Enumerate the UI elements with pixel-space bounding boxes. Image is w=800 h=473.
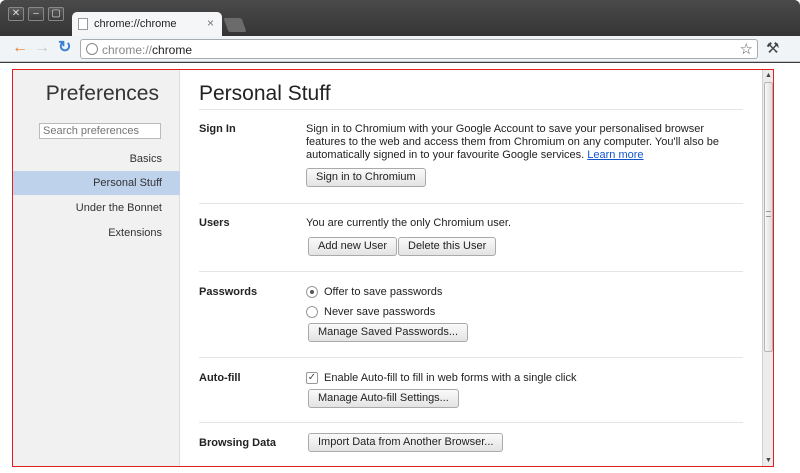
sidebar-item-under-the-bonnet[interactable]: Under the Bonnet [13,196,180,220]
sign-in-description: Sign in to Chromium with your Google Acc… [306,123,746,162]
sign-in-label: Sign In [199,123,236,135]
sidebar-item-extensions[interactable]: Extensions [13,221,180,245]
divider [199,203,743,204]
toolbar: ← → ↻ chrome://chrome ☆ ⚒ [0,36,800,62]
reload-icon[interactable]: ↻ [58,40,71,56]
manage-passwords-button[interactable]: Manage Saved Passwords... [308,323,469,342]
new-tab-button[interactable] [223,18,247,32]
offer-save-passwords-radio[interactable] [306,286,318,298]
manage-autofill-button[interactable]: Manage Auto-fill Settings... [308,389,459,408]
back-arrow-icon[interactable]: ← [12,40,28,56]
sidebar: Preferences Basics Personal Stuff Under … [13,70,180,466]
import-data-button[interactable]: Import Data from Another Browser... [308,433,504,452]
users-description: You are currently the only Chromium user… [306,217,512,229]
url-text: chrome://chrome [102,43,192,57]
tab-title: chrome://chrome [94,18,177,30]
scroll-up-icon[interactable]: ▲ [765,72,772,79]
globe-icon [86,43,98,55]
delete-user-button[interactable]: Delete this User [398,237,497,256]
page-icon [78,18,88,30]
content-frame: Preferences Basics Personal Stuff Under … [12,69,774,467]
maximize-window-button[interactable]: ▢ [48,7,64,21]
search-input[interactable] [39,123,161,139]
page-content: Preferences Basics Personal Stuff Under … [0,63,800,473]
url-scheme: chrome:// [102,43,153,57]
url-host: chrome [152,43,193,57]
autofill-label: Auto-fill [199,372,241,384]
sidebar-item-basics[interactable]: Basics [13,147,180,171]
sign-in-button[interactable]: Sign in to Chromium [306,168,426,187]
sign-in-text: Sign in to Chromium with your Google Acc… [306,123,719,161]
divider [199,109,743,110]
sidebar-item-personal-stuff[interactable]: Personal Stuff [13,171,180,195]
never-save-passwords-label: Never save passwords [324,306,436,318]
browsing-data-label: Browsing Data [199,437,277,449]
star-icon[interactable]: ☆ [740,40,753,58]
add-user-button[interactable]: Add new User [308,237,398,256]
close-window-button[interactable]: ✕ [8,7,24,21]
passwords-label: Passwords [199,286,258,298]
divider [199,357,743,358]
address-bar[interactable]: chrome://chrome ☆ [80,39,758,59]
forward-arrow-icon[interactable]: → [34,40,50,56]
grip-icon [766,211,771,217]
users-label: Users [199,217,230,229]
scrollbar-thumb[interactable] [764,82,773,352]
never-save-passwords-radio[interactable] [306,306,318,318]
tab-chrome[interactable]: chrome://chrome × [72,12,222,36]
main-panel: Personal Stuff Sign In Sign in to Chromi… [180,70,760,466]
tab-strip: ✕ – ▢ chrome://chrome × [0,0,800,36]
browser-window: ✕ – ▢ chrome://chrome × ← → ↻ chrome://c… [0,0,800,473]
offer-save-passwords-label: Offer to save passwords [324,286,443,298]
page-title: Personal Stuff [199,82,331,105]
tab-close-icon[interactable]: × [207,16,214,30]
divider [199,422,743,423]
divider [199,271,743,272]
sidebar-title: Preferences [45,82,159,105]
scroll-down-icon[interactable]: ▼ [765,457,772,464]
autofill-checkbox[interactable]: ✓ [306,372,318,384]
minimize-window-button[interactable]: – [28,7,44,21]
learn-more-link[interactable]: Learn more [587,149,643,161]
autofill-checkbox-label: Enable Auto-fill to fill in web forms wi… [324,372,577,384]
wrench-icon[interactable]: ⚒ [766,39,779,57]
vertical-scrollbar[interactable]: ▲ ▼ [762,70,773,466]
